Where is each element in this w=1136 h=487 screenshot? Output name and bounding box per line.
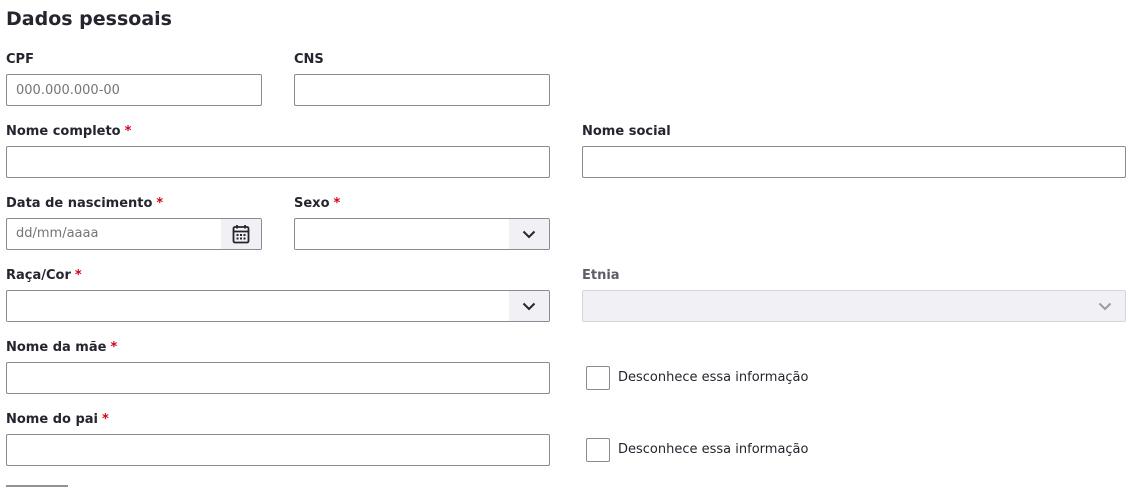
cns-input[interactable]	[294, 74, 550, 106]
data-nascimento-label: Data de nascimento *	[6, 196, 164, 211]
next-field-label-partial	[6, 482, 90, 487]
pai-unknown-label[interactable]: Desconhece essa informação	[618, 442, 808, 458]
data-nascimento-field	[6, 218, 262, 250]
required-asterisk: *	[333, 196, 341, 211]
calendar-button[interactable]	[221, 219, 261, 249]
nome-completo-label: Nome completo *	[6, 124, 132, 139]
pai-unknown-checkbox[interactable]	[586, 438, 610, 462]
raca-cor-select[interactable]	[6, 290, 550, 322]
section-title: Dados pessoais	[6, 8, 172, 30]
required-asterisk: *	[124, 124, 132, 139]
cns-label: CNS	[294, 52, 324, 67]
nome-mae-label: Nome da mãe *	[6, 340, 118, 355]
cpf-label: CPF	[6, 52, 34, 67]
sexo-dropdown-button[interactable]	[509, 219, 549, 249]
mae-unknown-label[interactable]: Desconhece essa informação	[618, 370, 808, 386]
nome-social-label: Nome social	[582, 124, 671, 139]
sexo-value	[295, 219, 313, 249]
required-asterisk: *	[110, 340, 118, 355]
chevron-down-icon	[522, 302, 536, 310]
chevron-down-icon	[522, 230, 536, 238]
nome-mae-input[interactable]	[6, 362, 550, 394]
required-asterisk: *	[102, 412, 109, 427]
mae-unknown-checkbox[interactable]	[586, 366, 610, 390]
sexo-select[interactable]	[294, 218, 550, 250]
etnia-label: Etnia	[582, 268, 620, 283]
raca-cor-value	[7, 291, 25, 321]
nome-completo-input[interactable]	[6, 146, 550, 178]
etnia-select	[582, 290, 1126, 322]
raca-cor-label: Raça/Cor *	[6, 268, 82, 283]
etnia-value	[583, 291, 601, 321]
required-asterisk: *	[156, 196, 164, 211]
nome-pai-input[interactable]	[6, 434, 550, 466]
cpf-input[interactable]	[6, 74, 262, 106]
etnia-dropdown-button	[1085, 291, 1125, 321]
calendar-icon	[232, 225, 250, 244]
nome-social-input[interactable]	[582, 146, 1126, 178]
sexo-label: Sexo *	[294, 196, 341, 211]
chevron-down-icon	[1098, 302, 1112, 310]
required-asterisk: *	[74, 268, 82, 283]
nome-pai-label: Nome do pai *	[6, 412, 109, 427]
raca-cor-dropdown-button[interactable]	[509, 291, 549, 321]
data-nascimento-input[interactable]	[7, 219, 217, 249]
